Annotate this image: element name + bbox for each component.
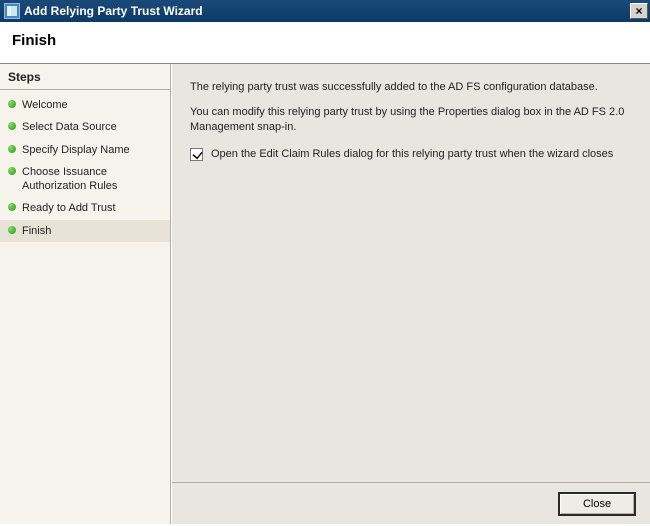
step-bullet-icon (8, 122, 16, 130)
step-label: Ready to Add Trust (22, 201, 164, 215)
step-label: Specify Display Name (22, 143, 164, 157)
main-panel: The relying party trust was successfully… (171, 64, 650, 524)
close-button[interactable]: Close (558, 492, 636, 516)
step-select-data-source[interactable]: Select Data Source (0, 116, 170, 138)
step-label: Welcome (22, 98, 164, 112)
steps-list: Welcome Select Data Source Specify Displ… (0, 90, 170, 246)
step-bullet-icon (8, 100, 16, 108)
step-choose-issuance-auth-rules[interactable]: Choose Issuance Authorization Rules (0, 161, 170, 198)
step-label: Finish (22, 224, 164, 238)
open-claim-rules-checkbox[interactable] (190, 148, 203, 161)
footer: Close (172, 482, 650, 524)
page-heading: Finish (0, 22, 650, 64)
step-bullet-icon (8, 167, 16, 175)
modify-hint: You can modify this relying party trust … (190, 105, 632, 135)
step-bullet-icon (8, 203, 16, 211)
step-finish[interactable]: Finish (0, 220, 170, 242)
step-bullet-icon (8, 145, 16, 153)
app-icon (4, 3, 20, 19)
step-welcome[interactable]: Welcome (0, 94, 170, 116)
step-label: Select Data Source (22, 120, 164, 134)
step-ready-to-add-trust[interactable]: Ready to Add Trust (0, 197, 170, 219)
open-claim-rules-label: Open the Edit Claim Rules dialog for thi… (211, 147, 613, 162)
step-label: Choose Issuance Authorization Rules (22, 165, 164, 194)
step-specify-display-name[interactable]: Specify Display Name (0, 139, 170, 161)
main-content: The relying party trust was successfully… (172, 64, 650, 482)
open-claim-rules-row: Open the Edit Claim Rules dialog for thi… (190, 147, 632, 162)
window-title: Add Relying Party Trust Wizard (24, 4, 630, 18)
close-icon[interactable]: × (630, 3, 648, 19)
success-message: The relying party trust was successfully… (190, 80, 632, 95)
titlebar: Add Relying Party Trust Wizard × (0, 0, 650, 22)
sidebar: Steps Welcome Select Data Source Specify… (0, 64, 171, 524)
sidebar-header: Steps (0, 64, 170, 90)
body-area: Steps Welcome Select Data Source Specify… (0, 64, 650, 524)
step-bullet-icon (8, 226, 16, 234)
